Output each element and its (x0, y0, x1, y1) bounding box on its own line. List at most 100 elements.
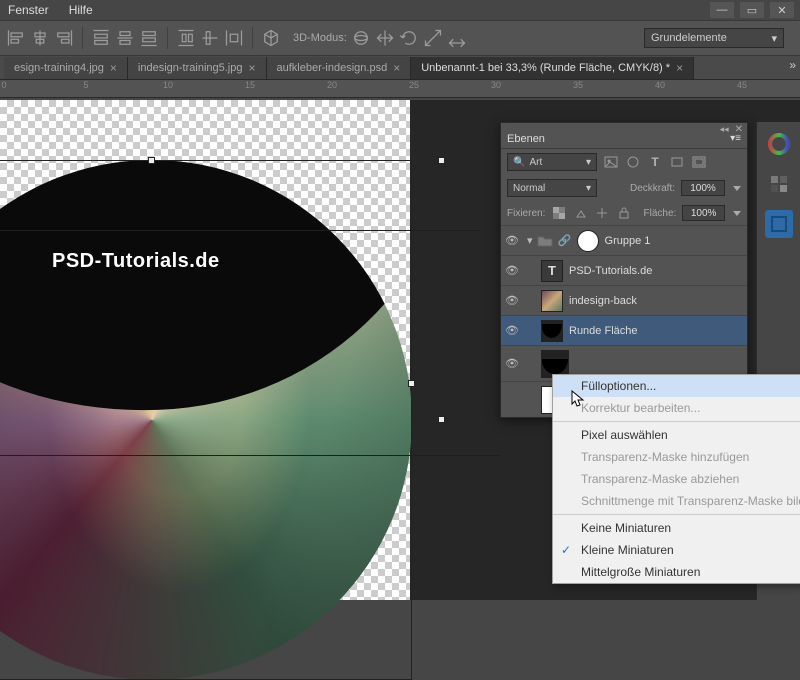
search-icon: 🔍 (513, 157, 525, 168)
3d-icon[interactable] (261, 28, 281, 48)
orbit-icon[interactable] (351, 28, 371, 48)
filter-adjust-icon[interactable] (625, 155, 641, 169)
link-icon: 🔗 (557, 234, 573, 248)
ruler-tick: 25 (404, 80, 424, 90)
layer-name[interactable]: Gruppe 1 (605, 235, 651, 247)
layer-kind-select[interactable]: 🔍 Art ▾ (507, 153, 597, 171)
visibility-toggle[interactable]: 👁 (501, 324, 523, 337)
context-menu-item[interactable]: Pixel auswählen (553, 424, 800, 446)
layer-shape-selected[interactable]: 👁 Runde Fläche (501, 315, 747, 345)
scale-icon[interactable] (423, 28, 443, 48)
tabs-overflow-button[interactable]: » (789, 58, 796, 72)
context-item-label: Korrektur bearbeiten... (581, 401, 700, 415)
align-center-icon[interactable] (30, 28, 50, 48)
folder-icon (537, 234, 553, 248)
panel-menu-icon[interactable]: ▾≡ (730, 133, 741, 144)
transform-handle-e[interactable] (438, 416, 445, 423)
lock-all-icon[interactable] (616, 206, 632, 220)
kind-value: Art (529, 157, 542, 168)
transform-handle-ne[interactable] (438, 157, 445, 164)
filter-image-icon[interactable] (603, 155, 619, 169)
tab-doc-1[interactable]: indesign-training5.jpg× (128, 57, 267, 79)
swatches-icon[interactable] (765, 170, 793, 198)
filter-shape-icon[interactable] (669, 155, 685, 169)
context-menu: Fülloptionen... Korrektur bearbeiten... Pi… (552, 374, 800, 584)
minimize-button[interactable]: — (710, 2, 734, 18)
lock-image-icon[interactable] (573, 206, 589, 220)
layer-thumbnail[interactable] (541, 320, 563, 342)
options-bar: 3D-Modus: Grundelemente ▾ (0, 20, 800, 56)
context-menu-item[interactable]: ✓Kleine Miniaturen (553, 539, 800, 561)
disclosure-icon[interactable]: ▾ (527, 234, 533, 247)
blend-value: Normal (513, 183, 545, 194)
distribute-right-icon[interactable] (224, 28, 244, 48)
ruler-tick: 40 (650, 80, 670, 90)
layer-thumbnail[interactable] (541, 290, 563, 312)
filter-type-icon[interactable]: T (647, 155, 663, 169)
lock-position-icon[interactable] (594, 206, 610, 220)
visibility-toggle[interactable]: 👁 (501, 264, 523, 277)
guide-horizontal[interactable] (0, 455, 500, 456)
pan-icon[interactable] (375, 28, 395, 48)
tab-doc-0[interactable]: esign-training4.jpg × (4, 57, 128, 79)
blend-mode-select[interactable]: Normal ▾ (507, 179, 597, 197)
align-right-icon[interactable] (54, 28, 74, 48)
panel-collapse-icon[interactable]: ◂◂ (720, 124, 729, 128)
guide-horizontal[interactable] (0, 230, 480, 231)
menu-help[interactable]: Hilfe (69, 3, 93, 17)
tab-label: esign-training4.jpg (14, 62, 104, 74)
fill-value[interactable]: 100% (682, 205, 725, 221)
context-menu-item[interactable]: Mittelgroße Miniaturen (553, 561, 800, 583)
distribute-top-icon[interactable] (91, 28, 111, 48)
distribute-vcenter-icon[interactable] (115, 28, 135, 48)
tab-doc-3[interactable]: Unbenannt-1 bei 33,3% (Runde Fläche, CMY… (411, 57, 694, 79)
distribute-left-icon[interactable] (176, 28, 196, 48)
ruler-tick: 15 (240, 80, 260, 90)
context-menu-item: Schnittmenge mit Transparenz-Maske bilde… (553, 490, 800, 512)
adjustments-icon[interactable] (765, 210, 793, 238)
lock-transparency-icon[interactable] (551, 206, 567, 220)
layer-name[interactable]: Runde Fläche (569, 325, 638, 337)
panel-close-icon[interactable]: ✕ (735, 124, 743, 128)
mask-thumbnail[interactable] (577, 230, 599, 252)
layer-text[interactable]: 👁 T PSD-Tutorials.de (501, 255, 747, 285)
context-item-label: Transparenz-Maske hinzufügen (581, 450, 749, 464)
layer-group[interactable]: 👁 ▾ 🔗 Gruppe 1 (501, 225, 747, 255)
rotate-icon[interactable] (399, 28, 419, 48)
align-left-icon[interactable] (6, 28, 26, 48)
chevron-down-icon[interactable] (733, 186, 741, 191)
menubar: Fenster Hilfe (0, 0, 800, 20)
opacity-value[interactable]: 100% (681, 180, 725, 196)
slide-icon[interactable] (447, 28, 467, 48)
visibility-toggle[interactable]: 👁 (501, 357, 523, 370)
distribute-hcenter-icon[interactable] (200, 28, 220, 48)
layer-name[interactable]: PSD-Tutorials.de (569, 265, 652, 277)
visibility-toggle[interactable]: 👁 (501, 234, 523, 247)
context-item-label: Keine Miniaturen (581, 521, 671, 535)
ruler-tick: 5 (76, 80, 96, 90)
close-button[interactable]: ✕ (770, 2, 794, 18)
context-item-label: Schnittmenge mit Transparenz-Maske bilde… (581, 494, 800, 508)
maximize-button[interactable]: ▭ (740, 2, 764, 18)
chevron-down-icon: ▾ (586, 157, 591, 168)
context-menu-item[interactable]: Fülloptionen... (553, 375, 800, 397)
fill-label: Fläche: (643, 208, 676, 219)
close-icon[interactable]: × (110, 61, 117, 75)
filter-smart-icon[interactable] (691, 155, 707, 169)
ruler-horizontal[interactable]: 051015202530354045 (0, 80, 800, 98)
workspace-dropdown[interactable]: Grundelemente ▾ (644, 28, 784, 48)
distribute-bottom-icon[interactable] (139, 28, 159, 48)
mode-label: 3D-Modus: (293, 32, 347, 44)
chevron-down-icon[interactable] (733, 211, 741, 216)
close-icon[interactable]: × (248, 61, 255, 75)
tab-doc-2[interactable]: aufkleber-indesign.psd× (267, 57, 412, 79)
ruler-tick: 30 (486, 80, 506, 90)
layer-image[interactable]: 👁 indesign-back (501, 285, 747, 315)
visibility-toggle[interactable]: 👁 (501, 294, 523, 307)
context-menu-item[interactable]: Keine Miniaturen (553, 517, 800, 539)
close-icon[interactable]: × (393, 61, 400, 75)
close-icon[interactable]: × (676, 61, 683, 75)
layer-name[interactable]: indesign-back (569, 295, 637, 307)
menu-window[interactable]: Fenster (8, 3, 49, 17)
color-wheel-icon[interactable] (765, 130, 793, 158)
